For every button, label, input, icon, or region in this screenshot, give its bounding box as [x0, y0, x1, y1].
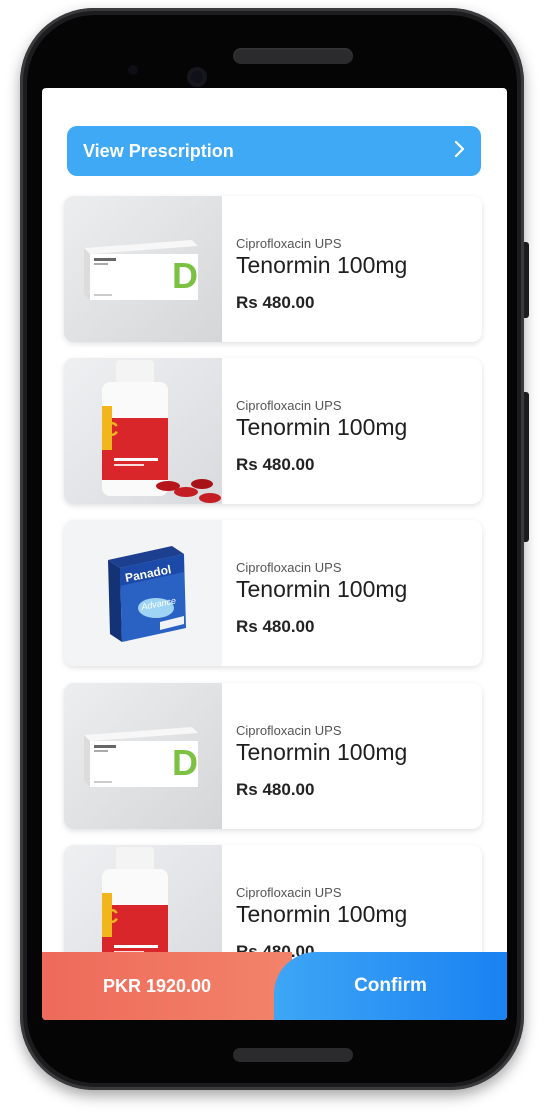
- product-image-box-icon: D: [64, 683, 222, 829]
- checkout-bar: PKR 1920.00 Confirm: [42, 952, 507, 1020]
- view-prescription-button[interactable]: View Prescription: [67, 126, 481, 176]
- front-camera-icon: [187, 67, 207, 87]
- product-generic-name: Ciprofloxacin UPS: [236, 560, 342, 575]
- order-total-label: PKR 1920.00: [102, 975, 212, 996]
- product-card[interactable]: Panadol Advance Ciprofloxacin UPS Tenorm…: [64, 520, 482, 666]
- volume-button: [524, 242, 529, 318]
- product-generic-name: Ciprofloxacin UPS: [236, 398, 342, 413]
- earpiece-speaker: [233, 48, 353, 64]
- product-price: Rs 480.00: [236, 455, 315, 474]
- product-price: Rs 480.00: [236, 293, 315, 312]
- svg-text:D: D: [172, 255, 198, 296]
- app-screen: View Prescription D Ciprofloxacin UPS Te…: [42, 88, 507, 1020]
- product-card[interactable]: D Ciprofloxacin UPS Tenormin 100mg Rs 48…: [64, 683, 482, 829]
- bottom-speaker: [233, 1048, 353, 1062]
- product-price: Rs 480.00: [236, 780, 315, 799]
- sensor-icon: [128, 65, 138, 75]
- product-generic-name: Ciprofloxacin UPS: [236, 236, 342, 251]
- confirm-label: Confirm: [354, 975, 427, 996]
- product-name: Tenormin 100mg: [236, 576, 408, 602]
- product-name: Tenormin 100mg: [236, 901, 408, 927]
- order-total: PKR 1920.00: [42, 952, 292, 1020]
- product-price: Rs 480.00: [236, 617, 315, 636]
- product-card[interactable]: C Ciprofloxacin UPS Tenormin 100mg Rs 48…: [64, 358, 482, 504]
- svg-text:D: D: [172, 742, 198, 783]
- product-name: Tenormin 100mg: [236, 252, 408, 278]
- view-prescription-label: View Prescription: [83, 140, 234, 161]
- product-generic-name: Ciprofloxacin UPS: [236, 723, 342, 738]
- product-name: Tenormin 100mg: [236, 739, 408, 765]
- product-generic-name: Ciprofloxacin UPS: [236, 885, 342, 900]
- product-image-box-icon: D: [64, 196, 222, 342]
- product-card[interactable]: D Ciprofloxacin UPS Tenormin 100mg Rs 48…: [64, 196, 482, 342]
- power-button: [524, 392, 529, 542]
- chevron-right-icon: [453, 140, 465, 162]
- product-image-bottle-icon: C: [64, 358, 222, 504]
- confirm-button[interactable]: Confirm: [274, 952, 507, 1020]
- product-image-panadol-icon: Panadol Advance: [64, 520, 222, 666]
- product-name: Tenormin 100mg: [236, 414, 408, 440]
- svg-text:C: C: [104, 419, 118, 441]
- svg-text:C: C: [104, 906, 118, 928]
